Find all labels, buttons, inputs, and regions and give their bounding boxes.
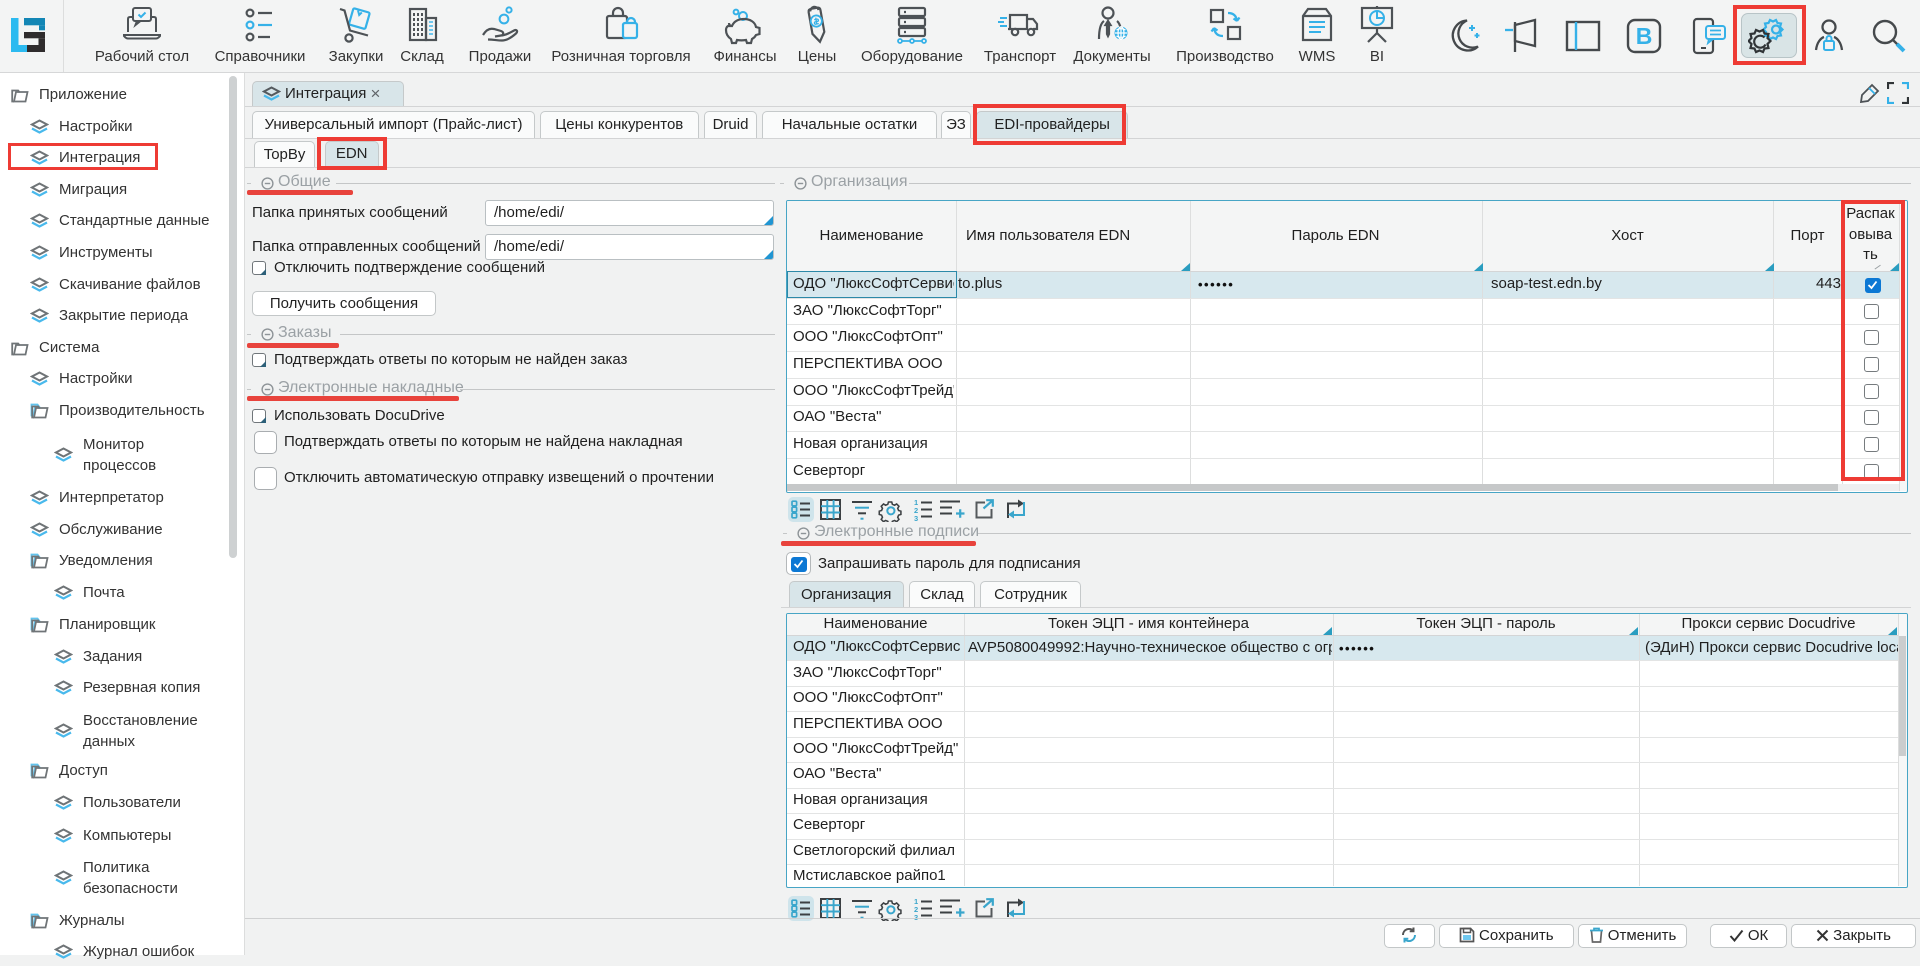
svg-text:3: 3: [914, 514, 918, 522]
svg-text:B: B: [1636, 23, 1653, 49]
